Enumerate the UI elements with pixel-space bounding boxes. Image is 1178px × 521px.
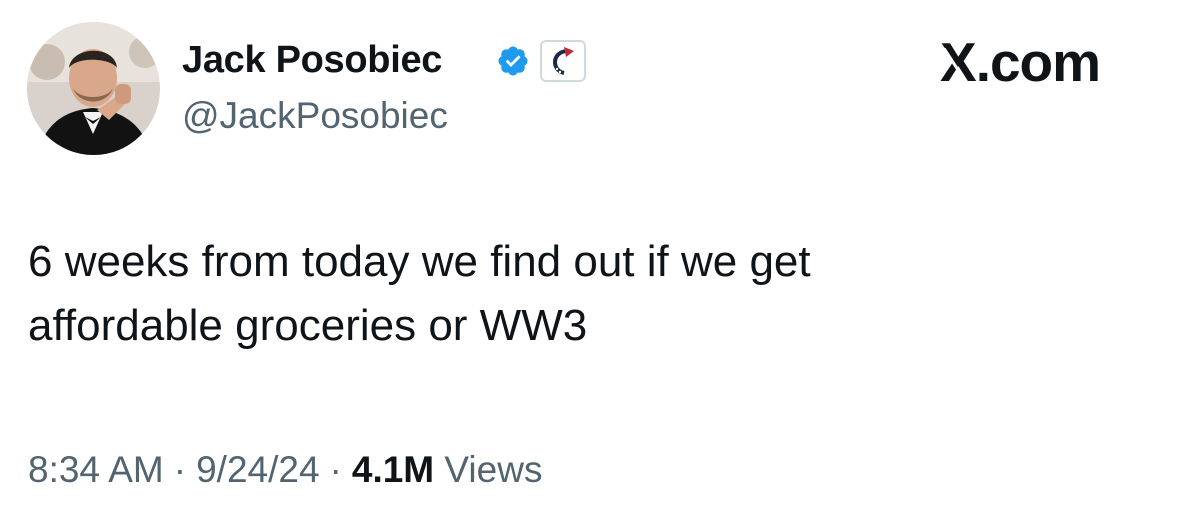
verified-badge-icon[interactable]	[496, 44, 530, 78]
tweet-text-line: affordable groceries or WW3	[28, 301, 588, 350]
author-avatar[interactable]	[27, 22, 160, 155]
tweet-text-line: 6 weeks from today we find out if we get	[28, 237, 811, 286]
tweet-meta: 8:34 AM · 9/24/24 · 4.1M Views	[28, 442, 542, 498]
meta-separator: ·	[173, 449, 187, 490]
affiliate-badge-icon[interactable]	[540, 40, 586, 82]
avatar-photo	[27, 22, 160, 155]
author-handle[interactable]: @JackPosobiec	[182, 90, 448, 142]
views-count[interactable]: 4.1M	[352, 449, 434, 490]
tweet-date[interactable]: 9/24/24	[196, 449, 319, 490]
views-label: Views	[444, 449, 543, 490]
tweet-text: 6 weeks from today we find out if we get…	[28, 230, 1128, 358]
tweet-card: Jack Posobiec @JackPosobiec X .com 6 wee…	[0, 0, 1178, 521]
author-display-name[interactable]: Jack Posobiec	[182, 34, 442, 86]
site-logo: X .com	[940, 31, 1101, 93]
site-domain: .com	[975, 31, 1101, 93]
tweet-time[interactable]: 8:34 AM	[28, 449, 164, 490]
meta-separator: ·	[329, 449, 342, 490]
arc-arrow-icon	[552, 47, 574, 75]
x-logo-icon: X	[940, 31, 977, 93]
